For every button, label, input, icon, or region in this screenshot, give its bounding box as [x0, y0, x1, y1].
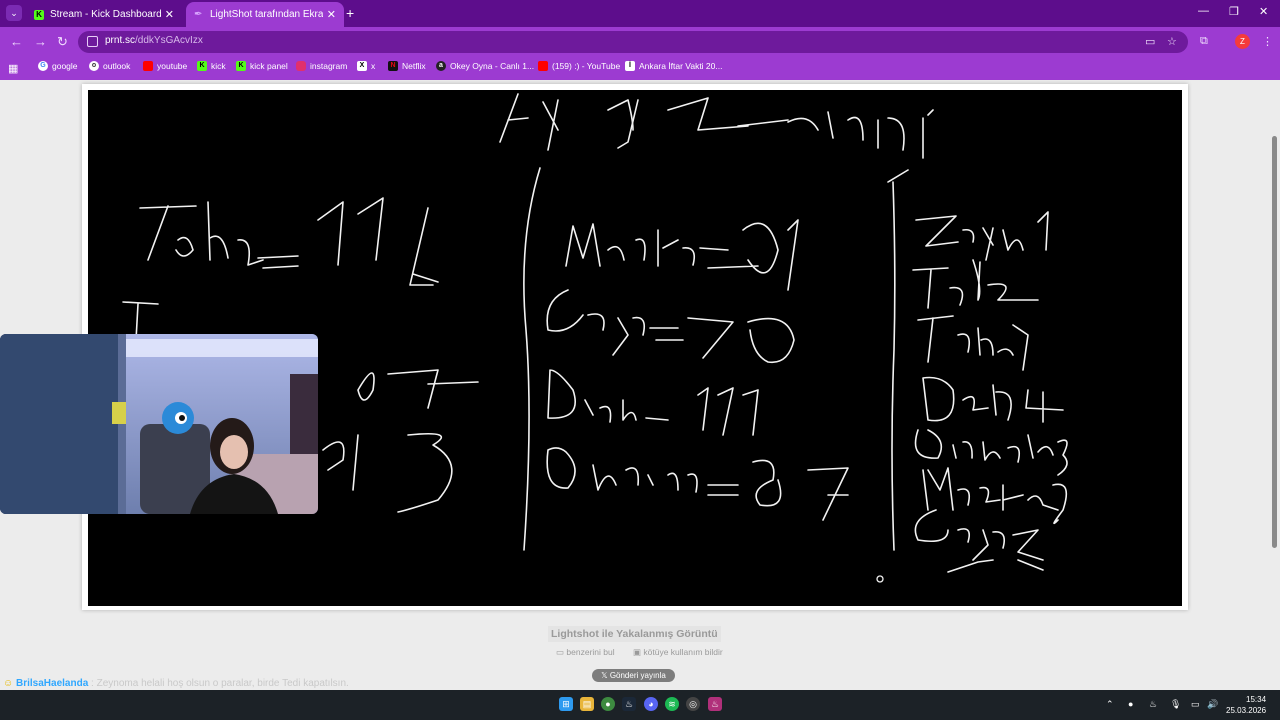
menu-icon[interactable]: ⋮ — [1262, 35, 1273, 48]
tab-label: LightShot tarafından Ekran Görü — [210, 9, 323, 20]
kick-icon: K — [34, 9, 44, 20]
steam-app-icon[interactable]: ♨ — [708, 697, 722, 711]
address-bar[interactable]: prnt.sc/ddkYsGAcvIzx — [78, 31, 1188, 53]
bookmarks-bar: ▦ Ggoogle o outlook youtube Kkick Kkick p… — [0, 57, 1280, 80]
tab-strip: ⌄ K Stream - Kick Dashboard ✕ ✒ LightSho… — [0, 0, 1280, 27]
network-icon[interactable]: ▭ — [1191, 699, 1200, 710]
browser-toolbar: ← → ↻ prnt.sc/ddkYsGAcvIzx ▭ ☆ ⧉ Z ⋮ — [0, 27, 1280, 57]
okey-icon: a — [436, 61, 446, 71]
page-caption: Lightshot ile Yakalanmış Görüntü — [548, 626, 721, 642]
page-scrollbar[interactable] — [1270, 80, 1278, 690]
bookmark-google[interactable]: Ggoogle — [38, 61, 78, 71]
share-post-button[interactable]: 𝕏 Gönderi yayınla — [592, 669, 675, 682]
tab-label: Stream - Kick Dashboard — [50, 9, 161, 20]
report-link[interactable]: ▣ kötüye kullanım bildir — [633, 647, 731, 657]
iftar-icon: İ — [625, 61, 635, 71]
scrollbar-thumb[interactable] — [1272, 136, 1277, 548]
extensions-icon[interactable]: ⧉ — [1200, 35, 1208, 48]
chat-username: BrilsaHaelanda — [16, 678, 89, 689]
system-clock[interactable]: 15:34 25.03.2026 — [1226, 694, 1266, 716]
bookmark-okey[interactable]: a Okey Oyna - Canlı 1... — [436, 61, 534, 71]
clock-time: 15:34 — [1246, 695, 1267, 704]
bookmark-youtube-159[interactable]: (159) :) - YouTube — [538, 61, 620, 71]
chat-overlay: ☺ BrilsaHaelanda : Zeynoma helali hoş ol… — [3, 678, 349, 689]
tab-kick-dashboard[interactable]: K Stream - Kick Dashboard ✕ — [26, 2, 182, 27]
google-icon: G — [38, 61, 48, 71]
instagram-icon — [296, 61, 306, 71]
tray-steam-icon[interactable]: ♨ — [1149, 699, 1157, 710]
webcam-overlay — [0, 334, 318, 514]
bookmark-kick[interactable]: Kkick — [197, 61, 226, 71]
similar-link[interactable]: ▭ benzerini bul — [556, 647, 623, 657]
tab-lightshot[interactable]: ✒ LightShot tarafından Ekran Görü ✕ — [186, 2, 344, 27]
chat-emote-icon: ☺ — [3, 678, 14, 689]
volume-icon[interactable]: 🔊 — [1207, 699, 1218, 710]
microphone-icon[interactable]: 🎙 — [1170, 699, 1181, 710]
bookmark-youtube[interactable]: youtube — [143, 61, 187, 71]
clock-date: 25.03.2026 — [1226, 706, 1267, 715]
new-tab-icon[interactable]: + — [346, 5, 354, 21]
url-text[interactable]: prnt.sc/ddkYsGAcvIzx — [105, 35, 203, 46]
tray-chevron-icon[interactable]: ⌃ — [1106, 699, 1114, 710]
back-icon[interactable]: ← — [10, 34, 23, 49]
cast-icon[interactable]: ▭ — [1145, 35, 1155, 48]
apps-grid-icon[interactable]: ▦ — [8, 62, 18, 75]
reload-icon[interactable]: ↻ — [57, 34, 68, 50]
bookmark-instagram[interactable]: instagram — [296, 61, 347, 71]
bookmark-x[interactable]: Xx — [357, 61, 375, 71]
tab-search-icon[interactable]: ⌄ — [6, 5, 22, 21]
kick-icon: K — [236, 61, 246, 71]
spotify-icon[interactable]: ≋ — [665, 697, 679, 711]
youtube-icon — [143, 61, 153, 71]
tray-app-icon[interactable]: ● — [1128, 699, 1133, 709]
outlook-icon: o — [89, 61, 99, 71]
bookmark-outlook[interactable]: o outlook — [89, 61, 130, 71]
file-explorer-icon[interactable]: ▤ — [580, 697, 594, 711]
bookmark-kick-panel[interactable]: Kkick panel — [236, 61, 288, 71]
kick-icon: K — [197, 61, 207, 71]
restore-icon[interactable]: ❐ — [1229, 5, 1239, 18]
steam-icon[interactable]: ♨ — [622, 697, 636, 711]
action-links: ▭ benzerini bul ▣ kötüye kullanım bildir — [556, 647, 739, 658]
webcam-feed — [0, 334, 318, 514]
x-icon: X — [357, 61, 367, 71]
chrome-icon[interactable]: ● — [601, 697, 615, 711]
profile-avatar[interactable]: Z — [1235, 34, 1250, 49]
bookmark-iftar[interactable]: İ Ankara İftar Vakti 20... — [625, 61, 722, 71]
close-icon[interactable]: ✕ — [165, 8, 174, 21]
close-icon[interactable]: ✕ — [327, 8, 336, 21]
forward-icon[interactable]: → — [34, 34, 47, 49]
obs-icon[interactable]: ◎ — [686, 697, 700, 711]
window-close-icon[interactable]: ✕ — [1259, 5, 1268, 18]
chat-message: : Zeynoma helali hoş olsun o paralar, bi… — [91, 678, 349, 689]
bookmark-netflix[interactable]: N Netflix — [388, 61, 426, 71]
taskbar: ⊞ ▤ ● ♨ ◕ ≋ ◎ ♨ ⌃ ● ♨ 🎙 ▭ 🔊 15:34 25.03.… — [0, 690, 1280, 720]
bookmark-star-icon[interactable]: ☆ — [1167, 35, 1177, 48]
netflix-icon: N — [388, 61, 398, 71]
site-info-icon[interactable] — [87, 36, 98, 47]
lightshot-icon: ✒ — [194, 9, 203, 20]
youtube-icon — [538, 61, 548, 71]
discord-icon[interactable]: ◕ — [644, 697, 658, 711]
start-icon[interactable]: ⊞ — [559, 697, 573, 711]
minimize-icon[interactable]: — — [1198, 5, 1209, 17]
